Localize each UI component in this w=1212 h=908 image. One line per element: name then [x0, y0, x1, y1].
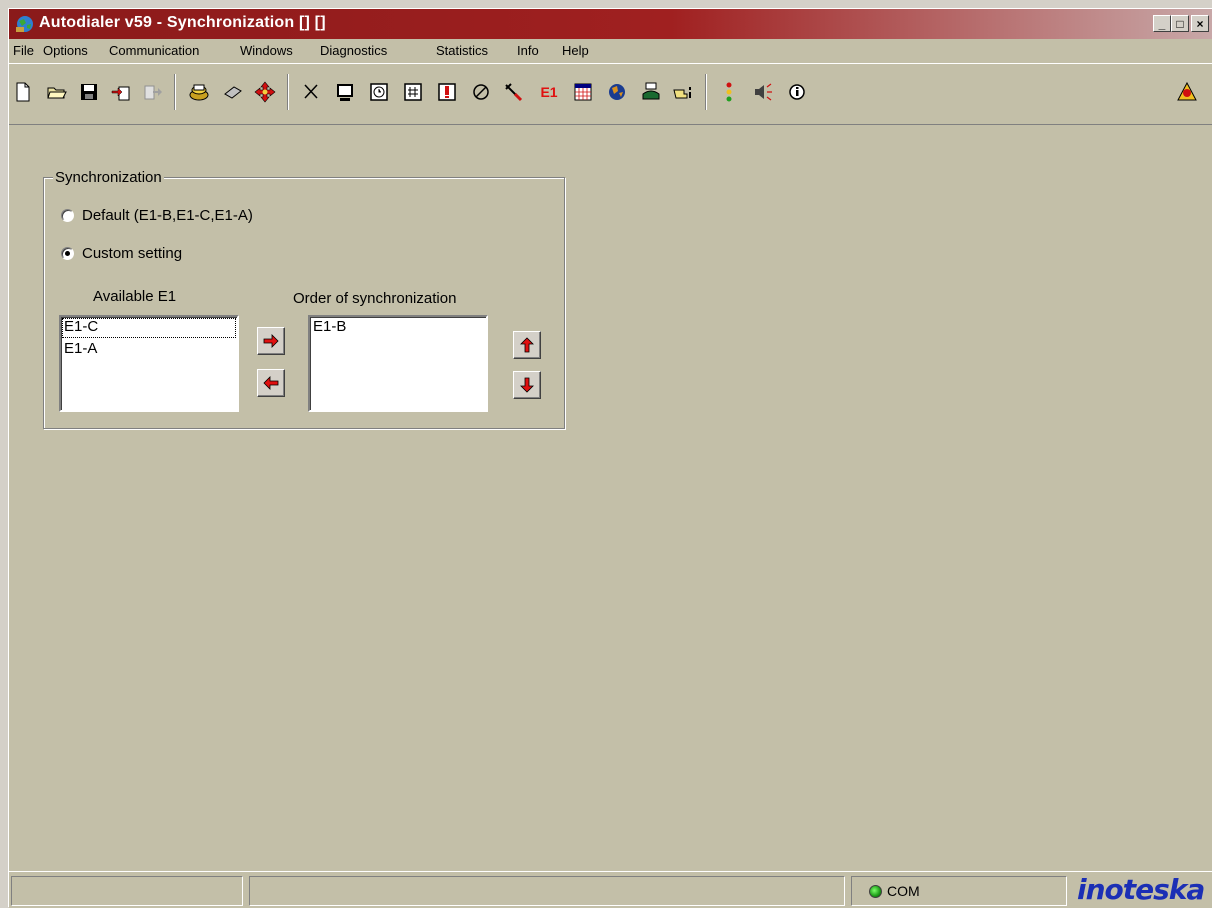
- cli-phone-icon[interactable]: [637, 78, 665, 106]
- move-up-button[interactable]: [513, 331, 541, 359]
- arrow-down-icon: [520, 377, 534, 393]
- cut-scissors-icon[interactable]: [297, 78, 325, 106]
- link-icon[interactable]: [467, 78, 495, 106]
- order-label: Order of synchronization: [293, 290, 457, 307]
- close-button[interactable]: ×: [1191, 15, 1209, 32]
- toolbar-separator: [174, 74, 176, 110]
- arrow-left-icon: [263, 376, 279, 390]
- maximize-button[interactable]: □: [1171, 15, 1189, 32]
- com-status-label: COM: [887, 883, 920, 899]
- speaker-icon[interactable]: [749, 78, 777, 106]
- printer-icon[interactable]: [185, 78, 213, 106]
- hash-icon[interactable]: [399, 78, 427, 106]
- list-item[interactable]: E1-A: [61, 339, 237, 361]
- arrow-right-icon: [263, 334, 279, 348]
- toolbar: E1: [9, 63, 1212, 125]
- e1-label: E1: [540, 84, 558, 100]
- window-title: Autodialer v59 - Synchronization [] []: [39, 14, 326, 31]
- title-bar[interactable]: Autodialer v59 - Synchronization [] [] _…: [9, 9, 1212, 39]
- export-icon[interactable]: [139, 78, 167, 106]
- radio-default[interactable]: Default (E1-B,E1-C,E1-A): [61, 207, 253, 224]
- available-e1-list[interactable]: E1-C E1-A: [59, 315, 239, 412]
- menu-file[interactable]: File: [13, 43, 34, 58]
- main-window: Autodialer v59 - Synchronization [] [] _…: [8, 8, 1212, 908]
- terminal-icon[interactable]: [331, 78, 359, 106]
- menu-communication[interactable]: Communication: [109, 43, 199, 58]
- radio-custom-circle[interactable]: [61, 247, 74, 260]
- save-disk-icon[interactable]: [75, 78, 103, 106]
- com-status-led-icon: [869, 885, 882, 898]
- tools-icon[interactable]: [499, 78, 527, 106]
- menu-statistics[interactable]: Statistics: [436, 43, 488, 58]
- new-file-icon[interactable]: [9, 78, 37, 106]
- radio-custom-label: Custom setting: [82, 245, 183, 262]
- clock-icon[interactable]: [365, 78, 393, 106]
- import-icon[interactable]: [107, 78, 135, 106]
- menu-options[interactable]: Options: [43, 43, 88, 58]
- arrow-up-icon: [520, 337, 534, 353]
- alert-icon[interactable]: [433, 78, 461, 106]
- menu-bar: File Options Communication Windows Diagn…: [9, 41, 1212, 61]
- synchronization-group-title: Synchronization: [53, 169, 164, 186]
- radio-custom[interactable]: Custom setting: [61, 245, 182, 262]
- status-bar: COM inoteska: [9, 871, 1212, 908]
- available-e1-label: Available E1: [93, 288, 177, 305]
- move-right-button[interactable]: [257, 327, 285, 355]
- list-item[interactable]: E1-C: [61, 317, 237, 339]
- toolbar-separator: [705, 74, 707, 110]
- calendar-grid-icon[interactable]: [569, 78, 597, 106]
- help-alert-icon[interactable]: [1173, 78, 1201, 106]
- order-list[interactable]: E1-B: [308, 315, 488, 412]
- move-down-button[interactable]: [513, 371, 541, 399]
- info-icon[interactable]: [783, 78, 811, 106]
- move-arrows-icon[interactable]: [251, 78, 279, 106]
- menu-help[interactable]: Help: [562, 43, 589, 58]
- traffic-light-icon[interactable]: [715, 78, 743, 106]
- status-panel-2: [249, 876, 845, 906]
- list-item[interactable]: E1-B: [310, 317, 486, 339]
- status-panel-com: [851, 876, 1067, 906]
- move-left-button[interactable]: [257, 369, 285, 397]
- minimize-button[interactable]: _: [1153, 15, 1171, 32]
- radio-default-label: Default (E1-B,E1-C,E1-A): [82, 207, 253, 224]
- pointer-hand-icon[interactable]: [669, 78, 697, 106]
- menu-diagnostics[interactable]: Diagnostics: [320, 43, 387, 58]
- status-panel-1: [11, 876, 243, 906]
- radio-default-circle[interactable]: [61, 209, 74, 222]
- chip-icon[interactable]: [219, 78, 247, 106]
- open-folder-icon[interactable]: [43, 78, 71, 106]
- menu-info[interactable]: Info: [517, 43, 539, 58]
- toolbar-separator: [287, 74, 289, 110]
- globe-icon[interactable]: [603, 78, 631, 106]
- app-globe-icon: [16, 16, 33, 32]
- e1-icon[interactable]: E1: [535, 78, 563, 106]
- menu-windows[interactable]: Windows: [240, 43, 293, 58]
- brand-logo: inoteska: [1077, 873, 1205, 906]
